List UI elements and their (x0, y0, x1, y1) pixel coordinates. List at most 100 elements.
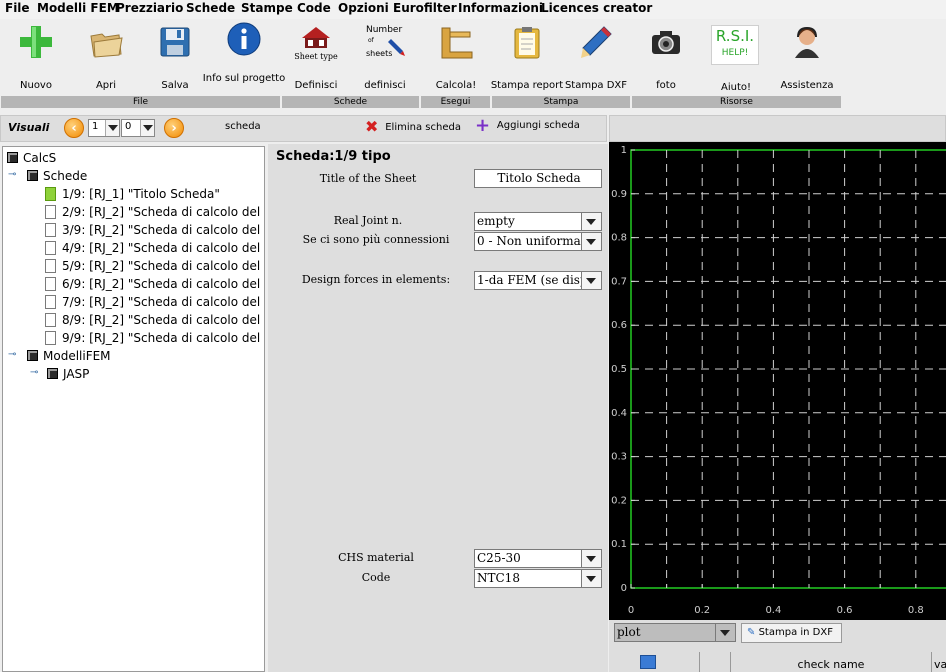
joint-select[interactable]: empty (474, 212, 602, 231)
aiuto-button[interactable]: R.S.I. HELP! Aiuto! (701, 19, 771, 99)
tree-item-6[interactable]: 6/9: [RJ_2] "Scheda di calcolo del ma (45, 275, 264, 293)
tree-item-4[interactable]: 4/9: [RJ_2] "Scheda di calcolo del ma (45, 239, 264, 257)
pencil-icon (581, 26, 612, 58)
chevron-down-icon[interactable] (140, 120, 154, 136)
y-tick-label: 0.5 (611, 364, 627, 375)
chevron-down-icon[interactable] (582, 569, 602, 588)
elimina-scheda-button[interactable]: ✖ Elimina scheda (365, 119, 461, 139)
chevron-down-icon[interactable] (582, 212, 602, 231)
menu-file[interactable]: File (5, 1, 30, 15)
expanded-key-icon[interactable]: ⊸ (8, 169, 16, 180)
tree-schede[interactable]: Schede (27, 167, 87, 185)
chevron-down-icon[interactable] (582, 549, 602, 568)
purple-plus-icon: + (475, 115, 491, 136)
plot-area[interactable]: 1 0.9 0.8 0.7 0.6 0.5 0.4 0.3 0.2 0.1 0 0 0.2 0.4 0.6 0… (609, 142, 946, 620)
menu-stampe[interactable]: Stampe (241, 1, 293, 15)
menu-modelli-fem[interactable]: Modelli FEM (37, 1, 119, 15)
tree-root[interactable]: CalcS (7, 149, 56, 167)
aggiungi-scheda-button[interactable]: + Aggiungi scheda (475, 117, 580, 137)
next-sheet-button[interactable]: › (164, 118, 184, 138)
definisci-number-of-sheets-button[interactable]: Number of sheets definisci (350, 19, 420, 99)
assistenza-label: Assistenza (780, 80, 834, 91)
chevron-down-icon[interactable] (582, 271, 602, 290)
sheet-type-caption: Sheet type (294, 52, 338, 61)
check-name-header[interactable]: check name (731, 658, 931, 671)
document-icon (45, 259, 56, 273)
plot-select[interactable]: plot (614, 623, 736, 642)
chs-material-select-value: C25-30 (474, 549, 582, 568)
pencil-icon: ✎ (747, 627, 756, 638)
tree-root-label: CalcS (23, 151, 57, 165)
stampa-in-dxf-button[interactable]: ✎ Stampa in DXF (741, 623, 842, 643)
tree-item-label: 3/9: [RJ_2] "Scheda di calcolo del ma (62, 223, 265, 237)
sheet-form: Scheda:1/9 tipo Title of the Sheet Titol… (268, 144, 608, 672)
menu-prezziario[interactable]: Prezziario (116, 1, 183, 15)
y-tick-label: 0.3 (611, 452, 627, 463)
sheet-heading: Scheda:1/9 tipo (276, 149, 391, 164)
sheet-spinner[interactable]: 1 (88, 119, 120, 137)
camera-icon (652, 31, 680, 54)
checkbox-icon[interactable] (640, 655, 656, 669)
plot-select-value: plot (614, 623, 716, 642)
y-tick-label: 0.7 (611, 276, 627, 287)
chevron-down-icon[interactable] (582, 232, 602, 251)
tree-item-7[interactable]: 7/9: [RJ_2] "Scheda di calcolo del ma (45, 293, 265, 311)
tree-item-9[interactable]: 9/9: [RJ_2] "Scheda di calcolo del ma (45, 329, 264, 347)
document-icon (45, 277, 56, 291)
y-tick-label: 0 (621, 583, 627, 594)
support-operator-icon (795, 26, 819, 58)
visuali-title: Visuali (8, 121, 50, 134)
menu-informazioni[interactable]: Informazioni (458, 1, 543, 15)
menu-schede[interactable]: Schede (186, 1, 235, 15)
tree-item-2[interactable]: 2/9: [RJ_2] "Scheda di calcolo del ma (45, 203, 264, 221)
document-icon (45, 295, 56, 309)
toolbar: Nuovo Apri Salva Info sul progetto Sheet… (0, 19, 946, 110)
tree-schede-label: Schede (43, 169, 88, 183)
code-label: Code (361, 571, 391, 584)
connections-select[interactable]: 0 - Non uniformar... (474, 232, 602, 251)
menu-opzioni[interactable]: Opzioni (338, 1, 389, 15)
y-tick-label: 1 (621, 145, 627, 156)
document-icon (45, 187, 56, 201)
group-stampa: Stampa (492, 96, 631, 108)
menu-code[interactable]: Code (297, 1, 331, 15)
menu-eurofilter[interactable]: Eurofilter (393, 1, 457, 15)
calcola-button[interactable]: Calcola! (421, 19, 491, 99)
menu-licences-creator[interactable]: Licences creator (541, 1, 652, 15)
info-button[interactable]: Info sul progetto (203, 19, 285, 99)
tree-item-label: 8/9: [RJ_2] "Scheda di calcolo del ma (62, 313, 265, 327)
x-tick-label: 0 (628, 605, 634, 616)
tree-item-3[interactable]: 3/9: [RJ_2] "Scheda di calcolo del ma (45, 221, 265, 239)
tree-item-label: 7/9: [RJ_2] "Scheda di calcolo del ma (62, 295, 265, 309)
design-forces-select[interactable]: 1-da FEM (se disp.) (474, 271, 602, 290)
connections-select-value: 0 - Non uniformar... (474, 232, 582, 251)
chevron-down-icon[interactable] (716, 623, 736, 642)
tree-jasp[interactable]: JASP (47, 365, 89, 383)
collapsed-key-icon[interactable]: ⊸ (30, 367, 38, 378)
code-select[interactable]: NTC18 (474, 569, 602, 588)
group-esegui: Esegui (421, 96, 491, 108)
tree-item-1[interactable]: 1/9: [RJ_1] "Titolo Scheda" (45, 185, 220, 203)
document-icon (45, 313, 56, 327)
tree-item-8[interactable]: 8/9: [RJ_2] "Scheda di calcolo del ma (45, 311, 265, 329)
tree-item-label: 1/9: [RJ_1] "Titolo Scheda" (62, 187, 220, 201)
document-icon (45, 241, 56, 255)
chevron-down-icon[interactable] (105, 120, 119, 136)
title-field[interactable]: Titolo Scheda (474, 169, 602, 188)
expanded-key-icon[interactable]: ⊸ (8, 349, 16, 360)
chs-material-select[interactable]: C25-30 (474, 549, 602, 568)
x-tick-label: 0.8 (908, 605, 924, 616)
column-divider (699, 652, 700, 672)
info-icon (227, 22, 261, 56)
sheet-tree[interactable]: CalcS ⊸ Schede 1/9: [RJ_1] "Titolo Sched… (2, 146, 265, 672)
subsheet-spinner[interactable]: 0 (121, 119, 155, 137)
design-forces-select-value: 1-da FEM (se disp.) (474, 271, 582, 290)
document-icon (45, 205, 56, 219)
tree-item-5[interactable]: 5/9: [RJ_2] "Scheda di calcolo del ma (45, 257, 264, 275)
group-file: File (1, 96, 281, 108)
tree-modellifem[interactable]: ModelliFEM (27, 347, 111, 365)
assistenza-button[interactable]: Assistenza (772, 19, 842, 99)
salva-button[interactable]: Salva (140, 19, 210, 99)
va-header[interactable]: va (934, 658, 946, 671)
prev-sheet-button[interactable]: ‹ (64, 118, 84, 138)
